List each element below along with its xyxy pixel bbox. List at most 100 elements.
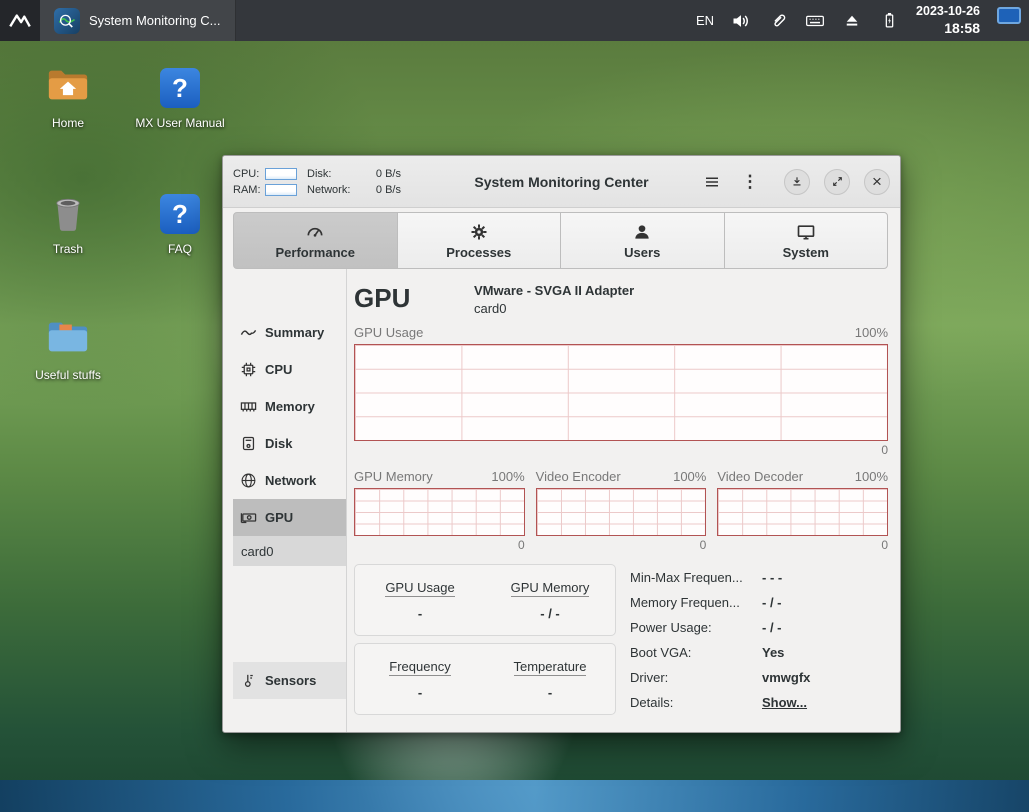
ram-label: RAM: — [233, 183, 261, 196]
battery-icon[interactable] — [879, 11, 899, 31]
sidebar-item-disk[interactable]: Disk — [233, 425, 346, 462]
window-body: Summary CPU Memory Disk Network GPU card… — [223, 269, 900, 732]
gpu-memory-chart-title: GPU Memory — [354, 469, 433, 484]
clock-time: 18:58 — [944, 19, 980, 36]
detail-row: Power Usage: - / - — [630, 618, 810, 637]
stat-label: Frequency — [389, 658, 451, 676]
download-button[interactable] — [784, 168, 810, 195]
desktop-icon-trash[interactable]: Trash — [20, 186, 116, 257]
gpu-details-list: Min-Max Frequen... - - - Memory Frequen.… — [630, 564, 810, 715]
gpu-card-icon — [240, 509, 257, 526]
detail-label: Min-Max Frequen... — [630, 570, 743, 585]
detail-row: Details: Show... — [630, 693, 810, 712]
gpu-device-name: card0 — [474, 301, 507, 316]
frequency-temperature-statbox: Frequency - Temperature - — [354, 643, 616, 715]
mx-logo-icon — [7, 8, 33, 34]
sidebar-item-network[interactable]: Network — [233, 462, 346, 499]
wave-icon — [240, 324, 257, 341]
detail-label: Boot VGA: — [630, 645, 692, 660]
video-encoder-chart-block: Video Encoder 100% 0 — [535, 469, 707, 552]
fullscreen-button[interactable] — [824, 168, 850, 195]
cpu-label: CPU: — [233, 167, 260, 180]
hamburger-menu-button[interactable] — [700, 170, 724, 194]
gpu-adapter-name: VMware - SVGA II Adapter — [474, 283, 635, 298]
tab-processes[interactable]: Processes — [396, 212, 561, 269]
tab-performance[interactable]: Performance — [233, 212, 398, 269]
disk-icon — [240, 435, 257, 452]
globe-icon — [240, 472, 257, 489]
detail-row: Min-Max Frequen... - - - — [630, 568, 810, 587]
display-applet-icon[interactable] — [997, 6, 1021, 24]
detail-label: Driver: — [630, 670, 669, 685]
volume-icon[interactable] — [731, 11, 751, 31]
page-title: GPU — [354, 283, 411, 313]
details-show-link[interactable]: Show... — [762, 693, 807, 712]
video-decoder-chart-max: 100% — [854, 469, 889, 484]
gpu-usage-chart-title: GPU Usage — [354, 325, 424, 340]
sidebar-item-gpu[interactable]: GPU — [233, 499, 346, 536]
eject-icon[interactable] — [842, 11, 862, 31]
close-button[interactable]: × — [864, 168, 890, 195]
mx-start-button[interactable] — [0, 0, 40, 41]
detail-value: Yes — [762, 645, 785, 660]
disk-value: 0 B/s — [375, 167, 401, 180]
sidebar-item-memory[interactable]: Memory — [233, 388, 346, 425]
desktop-icon-label: FAQ — [167, 242, 192, 256]
tab-system[interactable]: System — [723, 212, 888, 269]
desktop-icon-label: Useful stuffs — [35, 368, 101, 382]
stat-label: GPU Usage — [385, 579, 455, 597]
performance-sidebar: Summary CPU Memory Disk Network GPU card… — [233, 269, 347, 732]
detail-label: Memory Frequen... — [630, 595, 740, 610]
video-decoder-chart-title: Video Decoder — [717, 469, 804, 484]
kebab-menu-button[interactable]: ⋮ — [738, 170, 762, 194]
ram-mini-graph — [265, 183, 297, 196]
disk-label: Disk: — [307, 167, 332, 180]
paperclip-icon[interactable] — [768, 11, 788, 31]
desktop-icon-mx-user-manual[interactable]: ? MX User Manual — [132, 60, 228, 131]
desktop-screen: System Monitoring C... EN 2023-10-26 18:… — [0, 0, 1029, 812]
desktop-icon-useful-stuffs[interactable]: Useful stuffs — [20, 312, 116, 383]
video-encoder-chart — [535, 488, 707, 536]
video-encoder-chart-min: 0 — [699, 538, 707, 552]
gpu-memory-chart-block: GPU Memory 100% 0 — [354, 469, 525, 552]
cpu-mini-graph — [265, 167, 297, 180]
sidebar-item-cpu[interactable]: CPU — [233, 351, 346, 388]
home-folder-icon — [20, 60, 116, 108]
user-icon — [632, 222, 652, 242]
detail-value: vmwgfx — [762, 670, 811, 685]
stat-value: - / - — [540, 605, 560, 621]
wallpaper-water — [0, 780, 1029, 812]
desktop-icon-faq[interactable]: ? FAQ — [132, 186, 228, 257]
help-icon: ? — [132, 60, 228, 108]
keyboard-layout-indicator[interactable]: EN — [696, 13, 714, 28]
system-monitoring-center-icon — [54, 7, 80, 34]
monitor-icon — [796, 222, 816, 242]
keyboard-icon[interactable] — [805, 11, 825, 31]
window-headerbar[interactable]: CPU: Disk: 0 B/s RAM: Network: 0 B/s Sys… — [223, 156, 900, 208]
sidebar-item-card0[interactable]: card0 — [233, 536, 346, 566]
headerbar-sysinfo: CPU: Disk: 0 B/s RAM: Network: 0 B/s — [233, 166, 401, 198]
gpu-usage-chart-min: 0 — [881, 443, 888, 457]
stat-value: - — [547, 684, 553, 700]
taskbar-window-title: System Monitoring C... — [89, 13, 221, 28]
video-decoder-chart — [717, 488, 889, 536]
close-icon: × — [872, 172, 882, 191]
gpu-memory-chart-min: 0 — [517, 538, 525, 552]
thermometer-icon — [240, 672, 257, 689]
clock[interactable]: 2023-10-26 18:58 — [916, 4, 980, 37]
gpu-usage-chart — [354, 344, 888, 441]
video-decoder-chart-min: 0 — [881, 538, 889, 552]
clock-date: 2023-10-26 — [916, 3, 980, 18]
stat-label: GPU Memory — [510, 579, 590, 597]
desktop-icon-home[interactable]: Home — [20, 60, 116, 131]
tab-users[interactable]: Users — [560, 212, 725, 269]
detail-row: Boot VGA: Yes — [630, 643, 810, 662]
sidebar-item-sensors[interactable]: Sensors — [233, 662, 346, 699]
stat-value: - — [417, 684, 423, 700]
network-value: 0 B/s — [375, 183, 401, 196]
detail-value: - / - — [762, 595, 782, 610]
desktop-icon-label: Trash — [52, 242, 84, 256]
taskbar-window-button[interactable]: System Monitoring C... — [40, 0, 236, 41]
detail-row: Memory Frequen... - / - — [630, 593, 810, 612]
sidebar-item-summary[interactable]: Summary — [233, 314, 346, 351]
